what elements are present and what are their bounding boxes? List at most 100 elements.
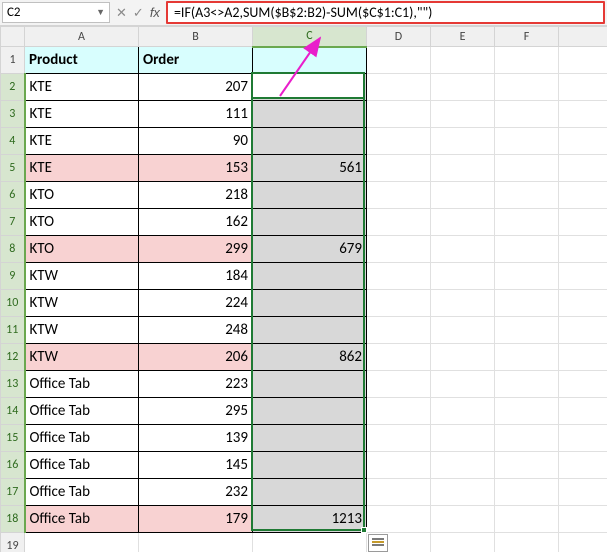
cell-blank[interactable] [495, 344, 559, 371]
cell-B7[interactable]: 162 [139, 209, 253, 236]
cell-A5[interactable]: KTE [25, 155, 139, 182]
cell-blank[interactable] [431, 236, 495, 263]
cell-blank[interactable] [495, 155, 559, 182]
cell-blank[interactable] [559, 236, 607, 263]
col-header-blank[interactable] [559, 27, 607, 47]
cell-blank[interactable] [431, 425, 495, 452]
cell-A14[interactable]: Office Tab [25, 398, 139, 425]
cell-blank[interactable] [367, 452, 431, 479]
cell-blank[interactable] [559, 290, 607, 317]
cell-blank[interactable] [495, 236, 559, 263]
cell-B1[interactable]: Order [139, 47, 253, 74]
cell-blank[interactable] [495, 74, 559, 101]
cell-blank[interactable] [495, 425, 559, 452]
cell-blank[interactable] [431, 155, 495, 182]
row-header-17[interactable]: 17 [1, 479, 25, 506]
select-all-corner[interactable] [1, 27, 25, 47]
cell-blank[interactable] [431, 263, 495, 290]
cell-blank[interactable] [367, 398, 431, 425]
cell-B9[interactable]: 184 [139, 263, 253, 290]
cell-blank[interactable] [367, 317, 431, 344]
cell-C10[interactable] [253, 290, 367, 317]
cell-C9[interactable] [253, 263, 367, 290]
cancel-formula-icon[interactable]: ✕ [116, 5, 127, 21]
cell-A11[interactable]: KTW [25, 317, 139, 344]
cell-blank[interactable] [559, 317, 607, 344]
row-header-2[interactable]: 2 [1, 74, 25, 101]
cell-C1[interactable] [253, 47, 367, 74]
cell-blank[interactable] [559, 182, 607, 209]
cell-blank[interactable] [559, 128, 607, 155]
cell-B13[interactable]: 223 [139, 371, 253, 398]
cell-blank[interactable] [559, 47, 607, 74]
cell-A16[interactable]: Office Tab [25, 452, 139, 479]
cell-blank[interactable] [495, 398, 559, 425]
cell-blank[interactable] [367, 506, 431, 533]
cell-blank[interactable] [559, 155, 607, 182]
cell-blank[interactable] [431, 317, 495, 344]
row-header-19[interactable]: 19 [1, 533, 25, 552]
cell-blank[interactable] [367, 425, 431, 452]
row-header-12[interactable]: 12 [1, 344, 25, 371]
cell-blank[interactable] [559, 479, 607, 506]
cell-blank[interactable] [367, 344, 431, 371]
cell-blank[interactable] [367, 155, 431, 182]
cell-blank[interactable] [367, 209, 431, 236]
cell-blank[interactable] [431, 74, 495, 101]
cell-B16[interactable]: 145 [139, 452, 253, 479]
cell-blank[interactable] [495, 209, 559, 236]
cell-blank[interactable] [431, 479, 495, 506]
cell-C15[interactable] [253, 425, 367, 452]
cell-blank[interactable] [431, 182, 495, 209]
cell-blank[interactable] [367, 479, 431, 506]
col-header-E[interactable]: E [431, 27, 495, 47]
cell-blank[interactable] [559, 425, 607, 452]
row-header-10[interactable]: 10 [1, 290, 25, 317]
col-header-D[interactable]: D [367, 27, 431, 47]
cell-B6[interactable]: 218 [139, 182, 253, 209]
cell-A8[interactable]: KTO [25, 236, 139, 263]
cell-A15[interactable]: Office Tab [25, 425, 139, 452]
row-header-1[interactable]: 1 [1, 47, 25, 74]
quick-analysis-icon[interactable] [368, 534, 388, 552]
cell-blank[interactable] [367, 74, 431, 101]
cell-B12[interactable]: 206 [139, 344, 253, 371]
cell-B17[interactable]: 232 [139, 479, 253, 506]
cell-blank[interactable] [495, 263, 559, 290]
cell-A12[interactable]: KTW [25, 344, 139, 371]
cell-blank[interactable] [431, 209, 495, 236]
cell-blank[interactable] [495, 533, 559, 552]
name-box[interactable]: ▼ [2, 2, 110, 23]
cell-A2[interactable]: KTE [25, 74, 139, 101]
cell-blank[interactable] [559, 101, 607, 128]
cell-C18[interactable]: 1213 [253, 506, 367, 533]
cell-C4[interactable] [253, 128, 367, 155]
row-header-11[interactable]: 11 [1, 317, 25, 344]
col-header-A[interactable]: A [25, 27, 139, 47]
cell-blank[interactable] [559, 263, 607, 290]
cell-blank[interactable] [367, 128, 431, 155]
cell-B15[interactable]: 139 [139, 425, 253, 452]
col-header-B[interactable]: B [139, 27, 253, 47]
cell-B5[interactable]: 153 [139, 155, 253, 182]
cell-blank[interactable] [495, 182, 559, 209]
cell-blank[interactable] [559, 398, 607, 425]
cell-A3[interactable]: KTE [25, 101, 139, 128]
insert-function-icon[interactable]: fx [150, 5, 160, 20]
cell-blank[interactable] [367, 236, 431, 263]
row-header-9[interactable]: 9 [1, 263, 25, 290]
cell-blank[interactable] [495, 506, 559, 533]
row-header-16[interactable]: 16 [1, 452, 25, 479]
cell-blank[interactable] [367, 290, 431, 317]
cell-blank[interactable] [495, 290, 559, 317]
cell-blank[interactable] [559, 452, 607, 479]
cell-blank[interactable] [495, 47, 559, 74]
cell-blank[interactable] [367, 371, 431, 398]
row-header-6[interactable]: 6 [1, 182, 25, 209]
cell-C17[interactable] [253, 479, 367, 506]
row-header-13[interactable]: 13 [1, 371, 25, 398]
cell-blank[interactable] [431, 452, 495, 479]
cell-B10[interactable]: 224 [139, 290, 253, 317]
col-header-F[interactable]: F [495, 27, 559, 47]
cell-blank[interactable] [253, 533, 367, 552]
